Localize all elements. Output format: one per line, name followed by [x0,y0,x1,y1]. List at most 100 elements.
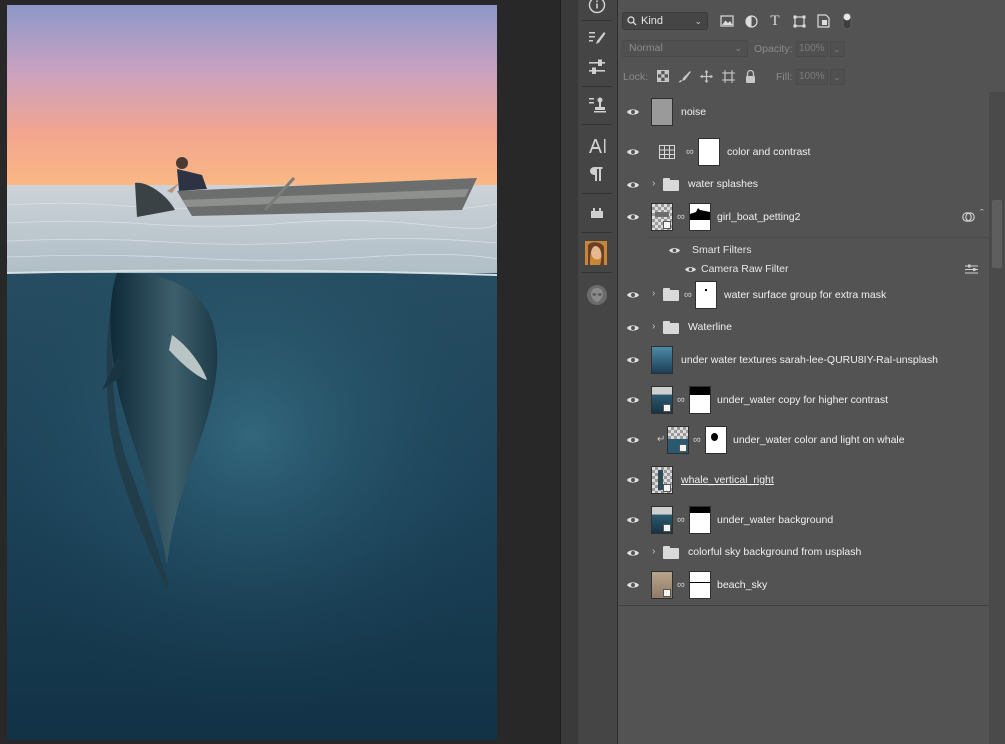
eye-icon[interactable] [626,395,640,405]
layer-group-row[interactable]: › ∞ water surface group for extra mask [618,275,989,316]
eye-icon[interactable] [626,323,640,333]
folder-icon [663,321,679,334]
chevron-up-icon[interactable]: ˆ [980,208,984,220]
layer-mask-thumbnail[interactable] [689,571,711,599]
filter-blending-options-icon[interactable] [965,264,978,275]
eye-icon[interactable] [626,475,640,485]
opacity-input[interactable]: 100% [796,41,828,57]
layer-name: water splashes [688,178,759,190]
layers-panel: Kind ⌄ T Normal ⌄ Opacity: 100% ⌄ Lock: … [618,0,1005,744]
layer-name: colorful sky background from usplash [688,546,862,558]
kind-label: Kind [641,15,664,27]
lock-position-icon[interactable] [698,68,715,84]
filter-smart-objects-icon[interactable] [814,11,832,31]
eye-icon[interactable] [626,107,640,117]
eye-icon[interactable] [626,290,640,300]
layer-thumbnail [651,98,673,126]
filter-toggle-switch[interactable] [838,11,856,31]
layer-row[interactable]: ∞ beach_sky [618,565,989,606]
separator [582,232,612,233]
document-canvas-area[interactable] [0,0,560,744]
layer-mask-thumbnail[interactable] [698,138,720,166]
separator [582,124,612,125]
link-icon[interactable]: ∞ [693,434,701,446]
eye-icon[interactable] [626,147,640,157]
eye-icon[interactable] [626,355,640,365]
filter-shape-layers-icon[interactable] [790,11,808,31]
info-icon[interactable] [583,0,611,18]
alien-plugin-icon[interactable] [583,282,611,308]
eye-icon[interactable] [626,580,640,590]
brush-settings-icon[interactable] [583,26,611,52]
layer-thumbnail [667,426,689,454]
filter-pixel-layers-icon[interactable] [718,11,736,31]
lock-image-pixels-icon[interactable] [676,68,693,84]
lock-label: Lock: [623,71,649,83]
eye-icon[interactable] [626,548,640,558]
layer-row[interactable]: whale_vertical_right [618,460,989,501]
layer-mask-thumbnail[interactable] [695,281,717,309]
opacity-dropdown[interactable]: ⌄ [830,41,845,57]
layer-mask-thumbnail[interactable] [689,386,711,414]
scrollbar-thumb[interactable] [992,200,1002,268]
link-icon[interactable]: ∞ [677,579,685,591]
fill-input[interactable]: 100% [796,69,828,85]
folder-icon [663,546,679,559]
layer-name: water surface group for extra mask [724,289,887,301]
lock-all-icon[interactable] [742,68,759,84]
plugins-icon[interactable] [583,200,611,226]
eye-icon[interactable] [684,265,697,274]
eye-icon[interactable] [668,246,681,255]
layer-mask-thumbnail[interactable] [689,203,711,231]
link-icon[interactable]: ∞ [684,289,692,301]
adjustments-sliders-icon[interactable] [583,54,611,80]
layer-row[interactable]: noise [618,92,989,133]
chevron-right-icon[interactable]: › [652,321,655,332]
filter-type-layers-icon[interactable]: T [766,11,784,31]
filter-name: Camera Raw Filter [701,263,789,275]
layer-mask-thumbnail[interactable] [689,506,711,534]
chevron-right-icon[interactable]: › [652,288,655,299]
link-icon[interactable]: ∞ [677,211,685,223]
link-icon[interactable]: ∞ [677,394,685,406]
layer-group-row[interactable]: › Waterline [618,315,989,341]
lock-transparent-pixels-icon[interactable] [654,68,671,84]
panel-divider[interactable] [560,0,579,744]
fill-dropdown[interactable]: ⌄ [830,69,845,85]
layer-row[interactable]: ∞ color and contrast [618,132,989,173]
layer-thumbnail [651,346,673,374]
blend-mode-select[interactable]: Normal ⌄ [622,40,748,57]
layer-name: Waterline [688,321,732,333]
layer-row[interactable]: ∞ under_water copy for higher contrast [618,380,989,421]
profile-thumbnail[interactable] [584,240,608,266]
eye-icon[interactable] [626,435,640,445]
chevron-down-icon: ⌄ [833,72,841,82]
layers-scrollbar[interactable] [989,92,1005,744]
chevron-right-icon[interactable]: › [652,546,655,557]
clone-source-stamp-icon[interactable] [583,92,611,118]
link-icon[interactable]: ∞ [686,146,694,158]
paragraph-icon[interactable] [583,161,611,187]
layer-mask-thumbnail[interactable] [705,426,727,454]
filter-adjustment-layers-icon[interactable] [742,11,760,31]
layer-row[interactable]: ∞ under_water background [618,500,989,541]
character-text-icon[interactable] [583,133,611,159]
layer-thumbnail [651,571,673,599]
eye-icon[interactable] [626,515,640,525]
smart-object-badge [663,589,671,597]
folder-icon [663,178,679,191]
layer-row-selected-smart-object[interactable]: ∞ girl_boat_petting2 ˆ Smart Filters Cam… [618,197,989,276]
layer-row[interactable]: under water textures sarah-lee-QURU8IY-R… [618,340,989,381]
eye-icon[interactable] [626,180,640,190]
link-icon[interactable]: ∞ [677,514,685,526]
smart-filter-options-icon[interactable] [962,211,975,223]
chevron-down-icon: ⌄ [734,43,742,53]
lock-artboard-icon[interactable] [720,68,737,84]
layer-row-clipped[interactable]: ↵ ∞ under_water color and light on whale [618,420,989,461]
chevron-right-icon[interactable]: › [652,178,655,189]
layer-group-row[interactable]: › colorful sky background from usplash [618,540,989,566]
kind-filter-select[interactable]: Kind ⌄ [622,12,708,30]
eye-icon[interactable] [626,212,640,222]
layer-group-row[interactable]: › water splashes [618,172,989,198]
artwork-canvas[interactable] [7,5,497,740]
